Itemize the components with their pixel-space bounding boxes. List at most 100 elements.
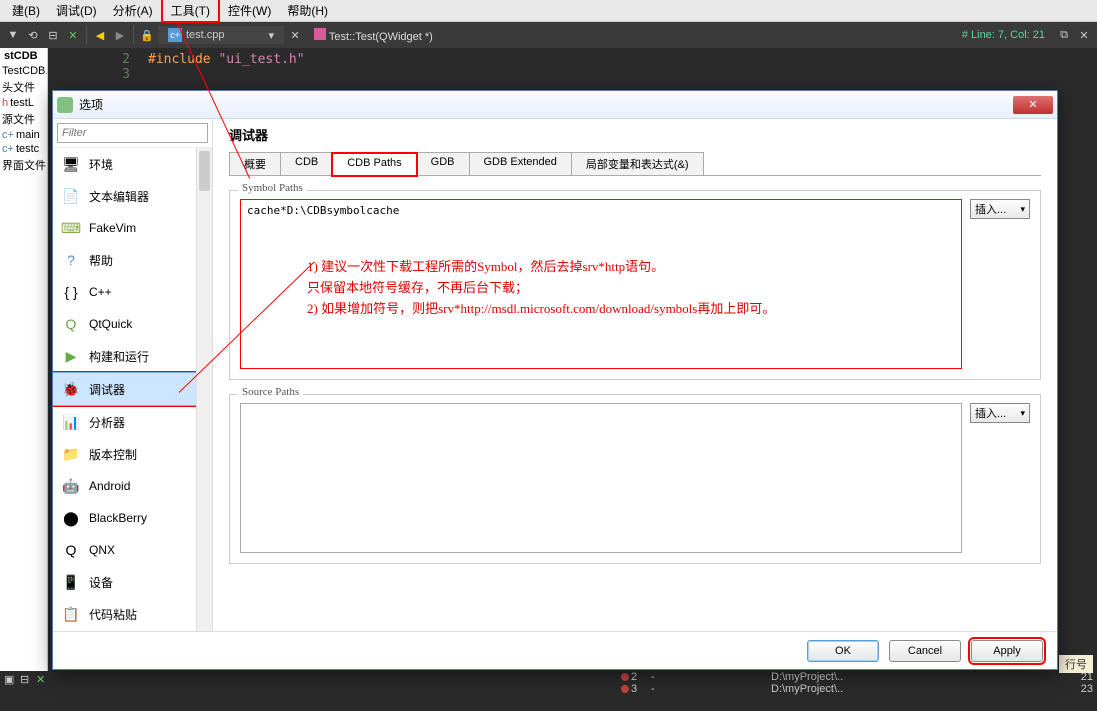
tab-cdb[interactable]: CDB bbox=[280, 152, 333, 175]
lock-icon[interactable]: 🔒 bbox=[138, 26, 156, 44]
sources-folder[interactable]: 源文件 bbox=[0, 110, 47, 128]
table-row[interactable]: 3 - D:\myProject\.. 23 bbox=[617, 683, 1097, 695]
menu-build[interactable]: 建(B) bbox=[4, 0, 48, 21]
tab-overview[interactable]: 概要 bbox=[229, 152, 281, 175]
menu-help[interactable]: 帮助(H) bbox=[279, 0, 336, 21]
source-paths-input[interactable] bbox=[240, 403, 962, 553]
tab-row: 概要 CDB CDB Paths GDB GDB Extended 局部变量和表… bbox=[229, 152, 1041, 176]
qnx-icon: Q bbox=[61, 540, 81, 560]
dialog-buttons: OK Cancel Apply bbox=[53, 631, 1057, 669]
cat-help[interactable]: ?帮助 bbox=[53, 244, 196, 276]
options-dialog: 选项 ✕ 🖥环境 📄文本编辑器 ⌨FakeVim ?帮助 { }C++ QQtQ… bbox=[52, 90, 1058, 670]
code-string: "ui_test.h" bbox=[218, 52, 304, 67]
cursor-position: # Line: 7, Col: 21 bbox=[954, 27, 1053, 43]
insert-source-button[interactable]: 插入... bbox=[970, 403, 1030, 423]
cat-blackberry[interactable]: ⬤BlackBerry bbox=[53, 502, 196, 534]
cat-qnx[interactable]: QQNX bbox=[53, 534, 196, 566]
ui-folder[interactable]: 界面文件 bbox=[0, 156, 47, 174]
cat-vcs[interactable]: 📁版本控制 bbox=[53, 438, 196, 470]
bottom-bar: ▣ ⊟ ✕ 2 - D:\myProject\.. 21 3 - D:\myPr… bbox=[0, 671, 1097, 711]
cat-analyzer[interactable]: 📊分析器 bbox=[53, 406, 196, 438]
symbol-paths-input[interactable]: cache*D:\CDBsymbolcache 1) 建议一次性下载工程所需的S… bbox=[240, 199, 962, 369]
tab-locals[interactable]: 局部变量和表达式(&) bbox=[571, 152, 704, 175]
cpp-icon: c+ bbox=[168, 28, 182, 42]
filter-input[interactable] bbox=[57, 123, 208, 143]
error-dot-icon bbox=[621, 685, 629, 693]
error-dot-icon bbox=[621, 673, 629, 681]
back-icon[interactable]: ◀ bbox=[91, 26, 109, 44]
cat-devices[interactable]: 📱设备 bbox=[53, 566, 196, 598]
source-file-main[interactable]: c+main bbox=[0, 128, 47, 142]
line-number: 2 bbox=[48, 52, 148, 67]
menu-tools[interactable]: 工具(T) bbox=[161, 0, 220, 23]
close-tab-icon[interactable]: ✕ bbox=[286, 26, 304, 44]
cat-buildrun[interactable]: ▶构建和运行 bbox=[53, 340, 196, 372]
symbol-paths-label: Symbol Paths bbox=[238, 182, 307, 194]
filter-icon[interactable]: ▼ bbox=[4, 26, 22, 44]
table-row[interactable]: 2 - D:\myProject\.. 21 bbox=[617, 671, 1097, 683]
menu-debug[interactable]: 调试(D) bbox=[48, 0, 105, 21]
line-number: 3 bbox=[48, 67, 148, 82]
apply-button[interactable]: Apply bbox=[971, 640, 1043, 662]
source-file-testc[interactable]: c+testc bbox=[0, 142, 47, 156]
close2-icon[interactable]: ✕ bbox=[36, 673, 50, 687]
help-icon: ? bbox=[61, 250, 81, 270]
cpp-cat-icon: { } bbox=[61, 282, 81, 302]
cat-cpp[interactable]: { }C++ bbox=[53, 276, 196, 308]
issues-table: 2 - D:\myProject\.. 21 3 - D:\myProject\… bbox=[617, 671, 1097, 695]
header-file[interactable]: htestL bbox=[0, 96, 47, 110]
build-icon: ▶ bbox=[61, 346, 81, 366]
ok-button[interactable]: OK bbox=[807, 640, 879, 662]
category-panel: 🖥环境 📄文本编辑器 ⌨FakeVim ?帮助 { }C++ QQtQuick … bbox=[53, 119, 213, 631]
tab-gdb-ext[interactable]: GDB Extended bbox=[469, 152, 572, 175]
cat-android[interactable]: 🤖Android bbox=[53, 470, 196, 502]
vcs-icon: 📁 bbox=[61, 444, 81, 464]
insert-symbol-button[interactable]: 插入... bbox=[970, 199, 1030, 219]
method-icon bbox=[314, 28, 326, 40]
vim-icon: ⌨ bbox=[61, 218, 81, 238]
tab-cdb-paths[interactable]: CDB Paths bbox=[332, 153, 416, 176]
android-icon: 🤖 bbox=[61, 476, 81, 496]
paste-icon: 📋 bbox=[61, 604, 81, 624]
blackberry-icon: ⬤ bbox=[61, 508, 81, 528]
dialog-title-text: 选项 bbox=[79, 96, 1013, 113]
console-icon[interactable]: ▣ bbox=[4, 673, 18, 687]
analyze-icon: 📊 bbox=[61, 412, 81, 432]
breadcrumb[interactable]: Test::Test(QWidget *) bbox=[306, 26, 441, 45]
collapse-icon[interactable]: ⊟ bbox=[44, 26, 62, 44]
cat-environment[interactable]: 🖥环境 bbox=[53, 148, 196, 180]
cat-fakevim[interactable]: ⌨FakeVim bbox=[53, 212, 196, 244]
menu-widgets[interactable]: 控件(W) bbox=[220, 0, 279, 21]
close-editor-icon[interactable]: ✕ bbox=[1075, 26, 1093, 44]
menu-bar: 建(B) 调试(D) 分析(A) 工具(T) 控件(W) 帮助(H) bbox=[0, 0, 1097, 22]
close-icon[interactable]: ✕ bbox=[1013, 96, 1053, 114]
bug-icon: 🐞 bbox=[61, 379, 81, 399]
sync-icon[interactable]: ⟲ bbox=[24, 26, 42, 44]
editor-file-tab[interactable]: c+ test.cpp ▾ bbox=[158, 26, 284, 44]
qt-icon bbox=[57, 97, 73, 113]
fwd-icon[interactable]: ▶ bbox=[111, 26, 129, 44]
settings-content: 调试器 概要 CDB CDB Paths GDB GDB Extended 局部… bbox=[213, 119, 1057, 631]
monitor-icon: 🖥 bbox=[61, 154, 81, 174]
code-keyword: #include bbox=[148, 52, 211, 67]
tab-gdb[interactable]: GDB bbox=[416, 152, 470, 175]
scrollbar[interactable] bbox=[196, 147, 212, 631]
cat-qtquick[interactable]: QQtQuick bbox=[53, 308, 196, 340]
cancel-button[interactable]: Cancel bbox=[889, 640, 961, 662]
menu-analyze[interactable]: 分析(A) bbox=[105, 0, 161, 21]
cat-texteditor[interactable]: 📄文本编辑器 bbox=[53, 180, 196, 212]
popout-icon[interactable]: ⧉ bbox=[1055, 26, 1073, 44]
toolbar: ▼ ⟲ ⊟ ✕ ◀ ▶ 🔒 c+ test.cpp ▾ ✕ Test::Test… bbox=[0, 22, 1097, 48]
dialog-titlebar[interactable]: 选项 ✕ bbox=[53, 91, 1057, 119]
project-name[interactable]: stCDB bbox=[0, 48, 47, 64]
add-icon[interactable]: ✕ bbox=[64, 26, 82, 44]
cat-pastebin[interactable]: 📋代码粘贴 bbox=[53, 598, 196, 630]
headers-folder[interactable]: 头文件 bbox=[0, 78, 47, 96]
symbol-path-value: cache*D:\CDBsymbolcache bbox=[247, 204, 955, 217]
pro-file[interactable]: TestCDB.pro bbox=[0, 64, 47, 78]
device-icon: 📱 bbox=[61, 572, 81, 592]
category-list[interactable]: 🖥环境 📄文本编辑器 ⌨FakeVim ?帮助 { }C++ QQtQuick … bbox=[53, 147, 196, 631]
collapse2-icon[interactable]: ⊟ bbox=[20, 673, 34, 687]
file-tab-label: test.cpp bbox=[186, 29, 225, 41]
cat-debugger[interactable]: 🐞调试器 bbox=[53, 372, 196, 406]
